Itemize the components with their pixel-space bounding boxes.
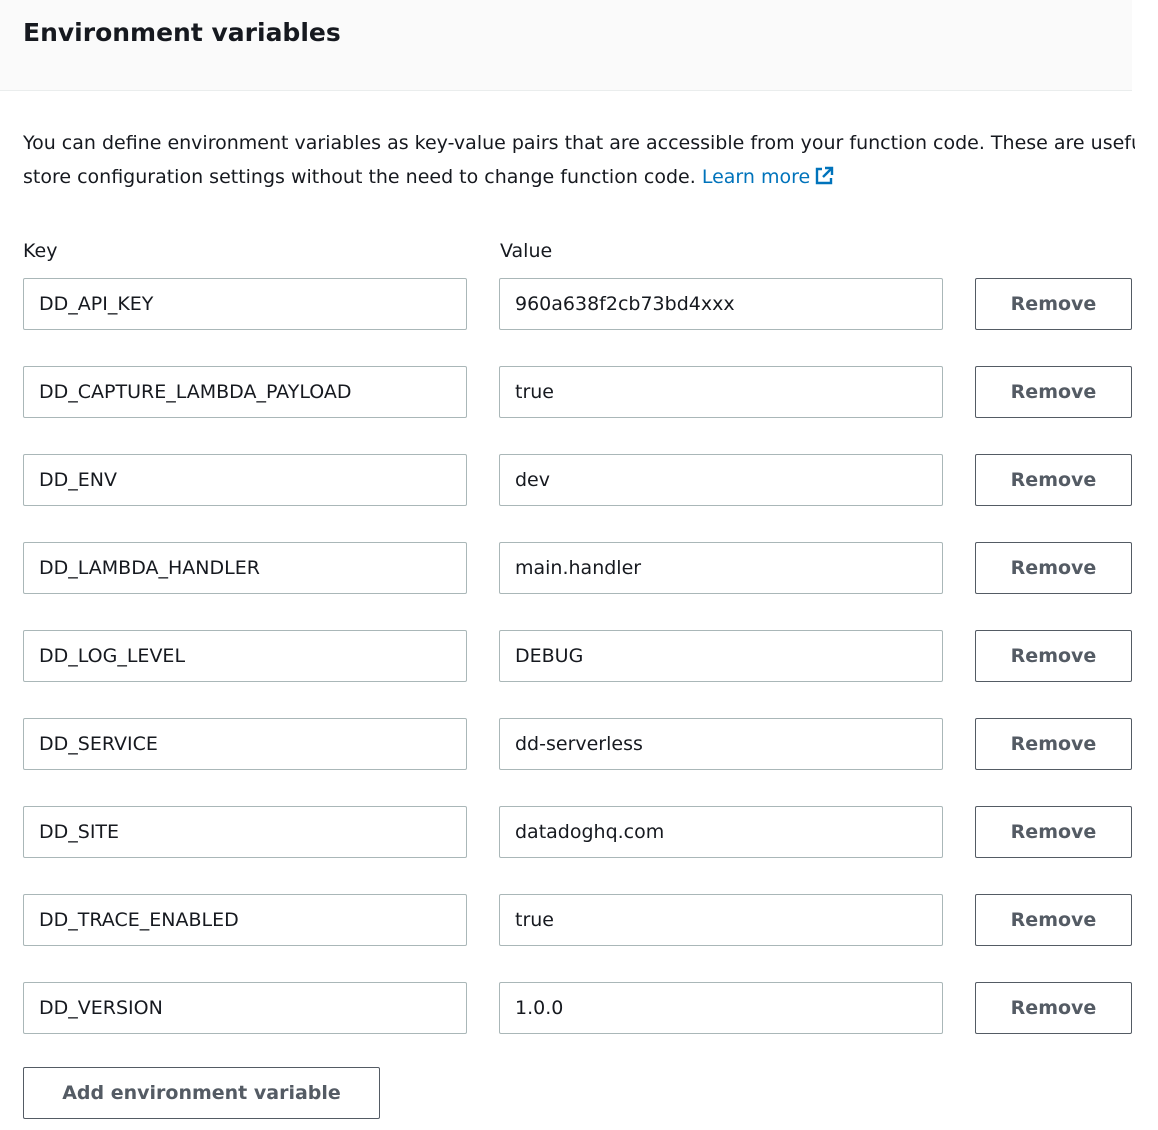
value-input[interactable]: true [499, 366, 943, 418]
value-input[interactable]: true [499, 894, 943, 946]
value-input[interactable]: main.handler [499, 542, 943, 594]
key-input[interactable]: DD_VERSION [23, 982, 467, 1034]
value-input[interactable]: DEBUG [499, 630, 943, 682]
value-input[interactable]: dd-serverless [499, 718, 943, 770]
key-input[interactable]: DD_SERVICE [23, 718, 467, 770]
variable-row: DD_ENV dev Remove [0, 454, 1158, 506]
variable-row: DD_SERVICE dd-serverless Remove [0, 718, 1158, 770]
remove-button[interactable]: Remove [975, 366, 1132, 418]
key-input[interactable]: DD_CAPTURE_LAMBDA_PAYLOAD [23, 366, 467, 418]
variable-row: DD_LOG_LEVEL DEBUG Remove [0, 630, 1158, 682]
remove-button[interactable]: Remove [975, 718, 1132, 770]
key-input[interactable]: DD_SITE [23, 806, 467, 858]
variable-row: DD_API_KEY 960a638f2cb73bd4xxx Remove [0, 278, 1158, 330]
remove-button[interactable]: Remove [975, 894, 1132, 946]
variable-row: DD_CAPTURE_LAMBDA_PAYLOAD true Remove [0, 366, 1158, 418]
remove-button[interactable]: Remove [975, 806, 1132, 858]
variable-row: DD_VERSION 1.0.0 Remove [0, 982, 1158, 1034]
description-line-1: You can define environment variables as … [23, 132, 1135, 154]
key-input[interactable]: DD_API_KEY [23, 278, 467, 330]
value-column-label: Value [500, 240, 553, 262]
variables-list: DD_API_KEY 960a638f2cb73bd4xxx Remove DD… [0, 278, 1158, 1070]
remove-button[interactable]: Remove [975, 982, 1132, 1034]
variable-row: DD_SITE datadoghq.com Remove [0, 806, 1158, 858]
key-input[interactable]: DD_LAMBDA_HANDLER [23, 542, 467, 594]
remove-button[interactable]: Remove [975, 278, 1132, 330]
learn-more-link[interactable]: Learn more [702, 166, 834, 188]
description-line-2: store configuration settings without the… [23, 160, 1135, 197]
remove-button[interactable]: Remove [975, 542, 1132, 594]
learn-more-label[interactable]: Learn more [702, 166, 810, 188]
variable-row: DD_TRACE_ENABLED true Remove [0, 894, 1158, 946]
remove-button[interactable]: Remove [975, 454, 1132, 506]
panel-header: Environment variables [0, 0, 1132, 91]
value-input[interactable]: 960a638f2cb73bd4xxx [499, 278, 943, 330]
key-column-label: Key [23, 240, 58, 262]
key-input[interactable]: DD_TRACE_ENABLED [23, 894, 467, 946]
remove-button[interactable]: Remove [975, 630, 1132, 682]
external-link-icon[interactable] [814, 163, 834, 197]
key-input[interactable]: DD_ENV [23, 454, 467, 506]
description-text: You can define environment variables as … [23, 126, 1135, 197]
description-line-2-text: store configuration settings without the… [23, 166, 696, 188]
page-title: Environment variables [23, 18, 341, 47]
value-input[interactable]: dev [499, 454, 943, 506]
variable-row: DD_LAMBDA_HANDLER main.handler Remove [0, 542, 1158, 594]
add-environment-variable-button[interactable]: Add environment variable [23, 1067, 380, 1119]
key-input[interactable]: DD_LOG_LEVEL [23, 630, 467, 682]
value-input[interactable]: datadoghq.com [499, 806, 943, 858]
environment-variables-panel: Environment variables You can define env… [0, 0, 1158, 1130]
value-input[interactable]: 1.0.0 [499, 982, 943, 1034]
